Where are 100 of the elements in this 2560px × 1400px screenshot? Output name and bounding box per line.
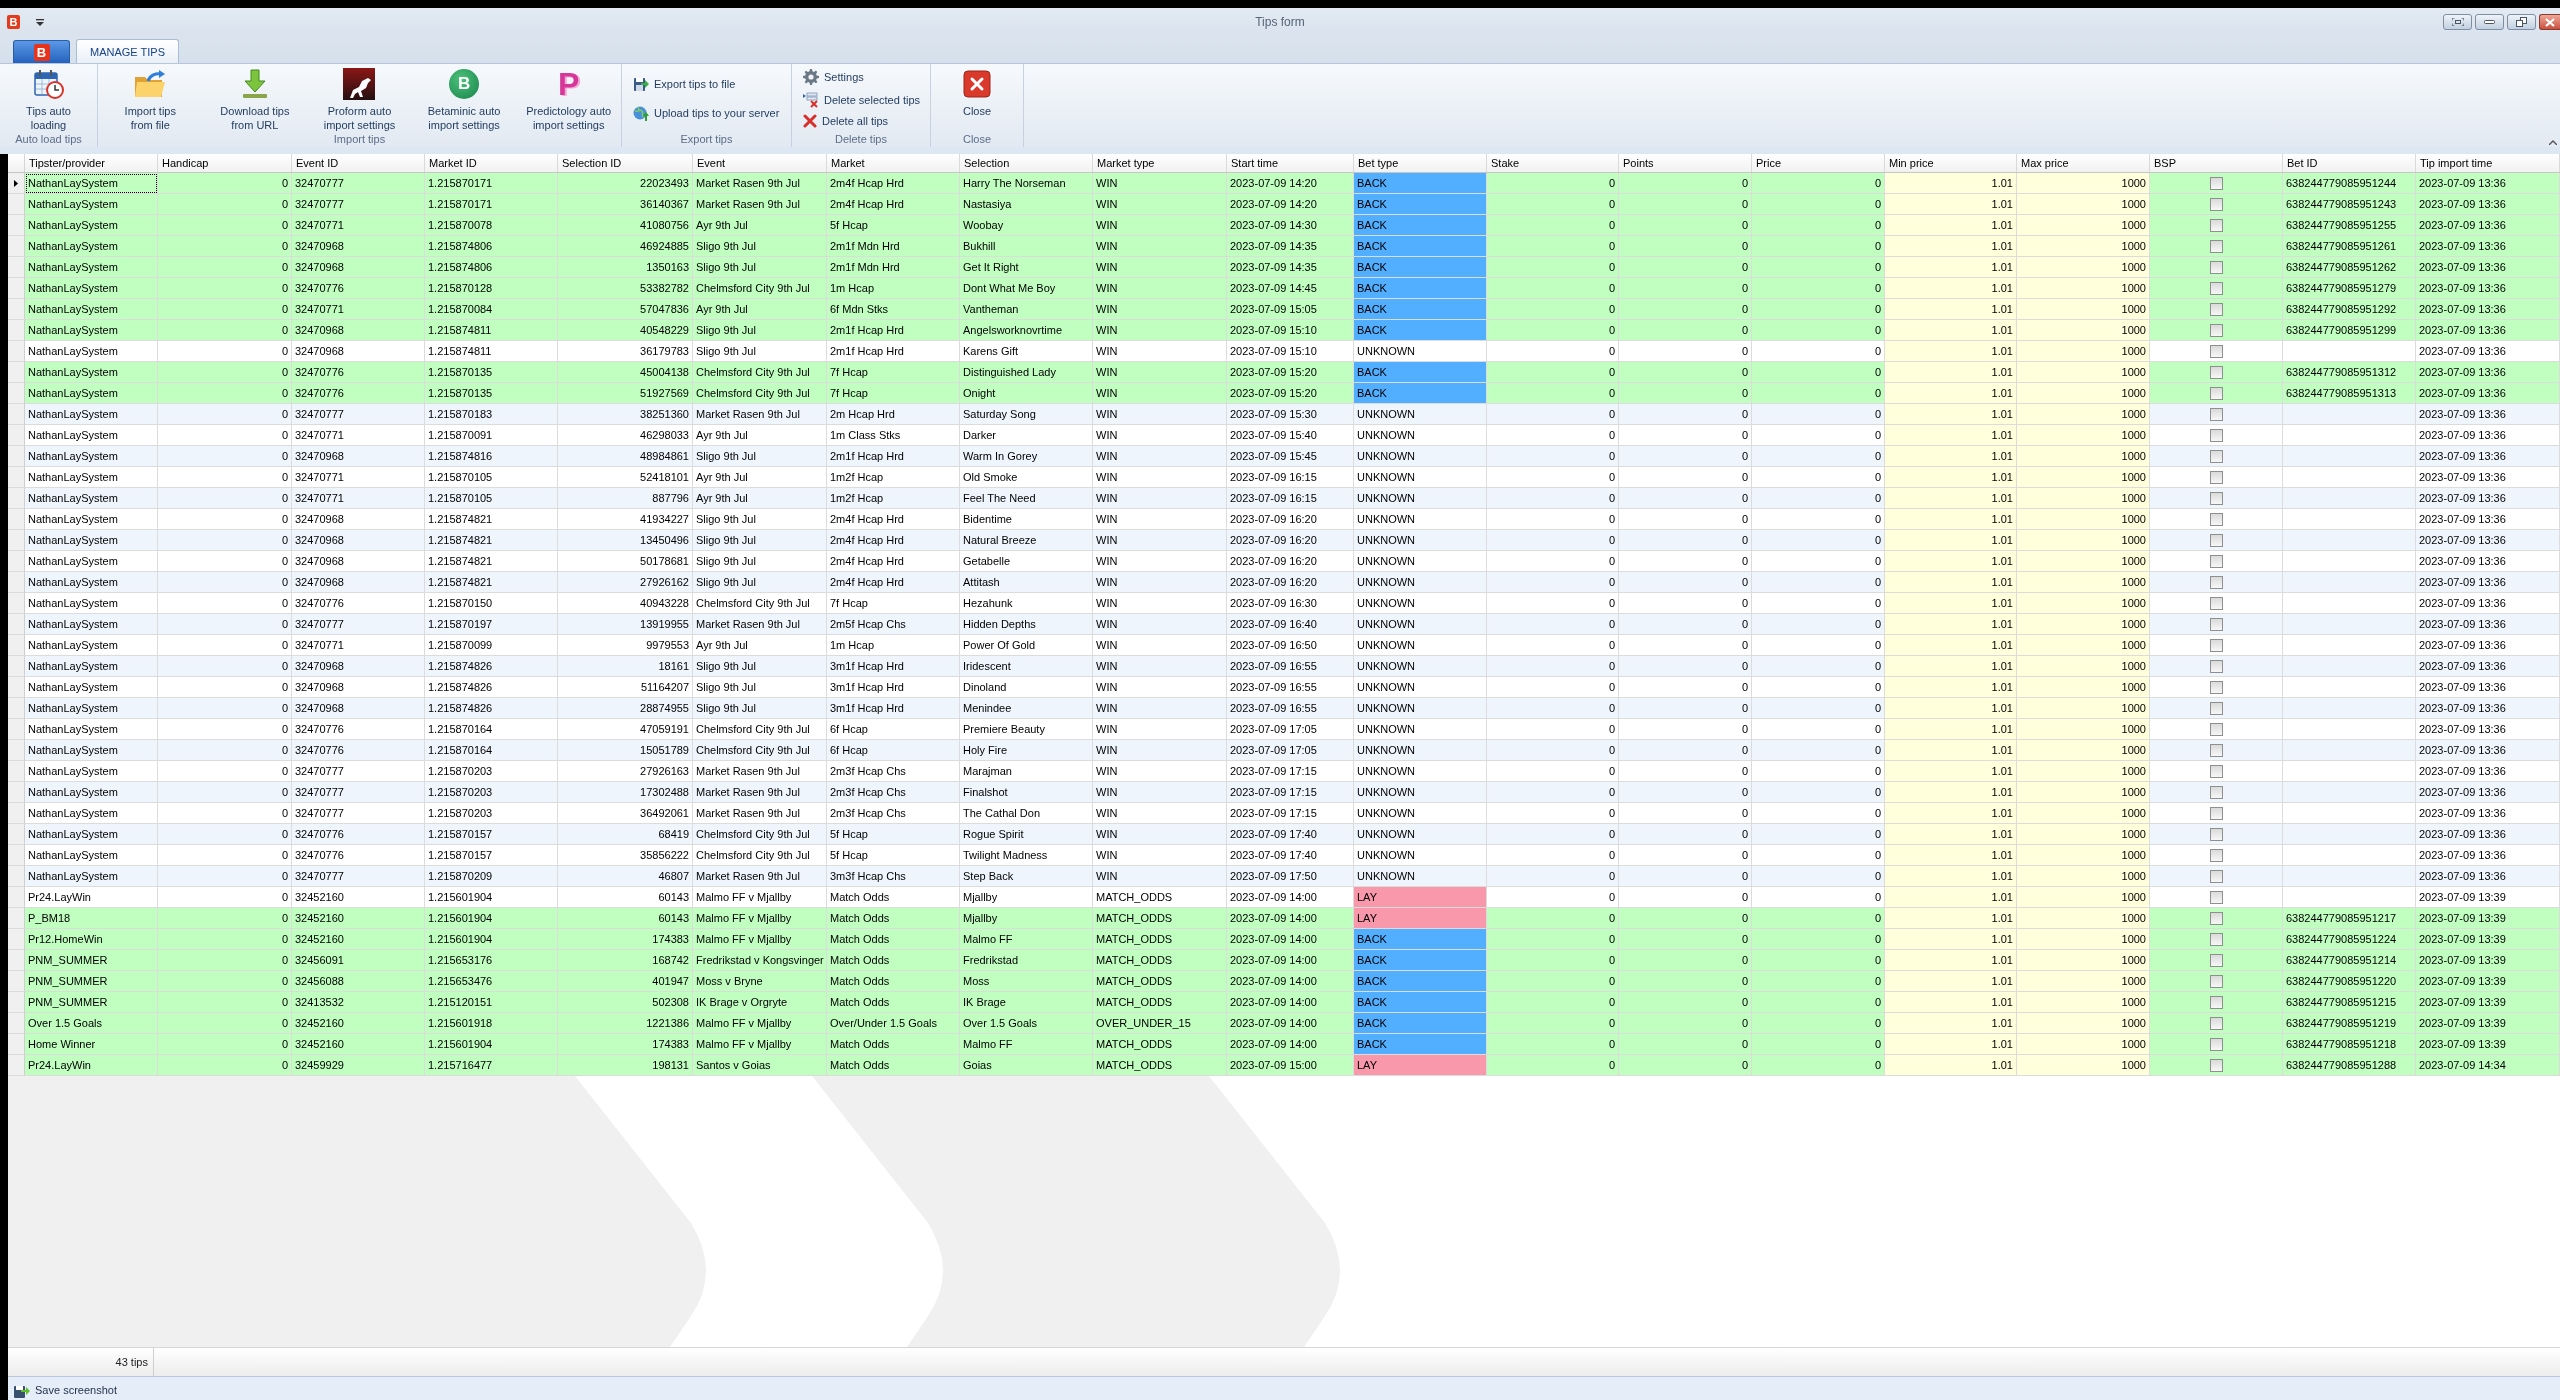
- table-row[interactable]: NathanLaySystem 0 32470968 1.215874806 1350163 Sligo 9th Jul 2m1f Mdn Hrd Get It Right WIN 2023-07-09 14:35 BACK 0 0 0 1.01 1000 638244779085951262 2023-07-09 13:36: [8, 257, 2560, 278]
- table-row[interactable]: Pr24.LayWin 0 32452160 1.215601904 60143 Malmo FF v Mjallby Match Odds Mjallby MATCH_ODDS 2023-07-09 14:00 LAY 0 0 0 1.01 1000 2023-07-09 13:39: [8, 887, 2560, 908]
- table-row[interactable]: PNM_SUMMER 0 32456088 1.215653476 401947 Moss v Bryne Match Odds Moss MATCH_ODDS 2023-07-09 14:00 BACK 0 0 0 1.01 1000 638244779085951220 2023-07-09 13:39: [8, 971, 2560, 992]
- column-header[interactable]: Bet ID: [2283, 154, 2416, 172]
- table-row[interactable]: P_BM18 0 32452160 1.215601904 60143 Malmo FF v Mjallby Match Odds Mjallby MATCH_ODDS 2023-07-09 14:00 LAY 0 0 0 1.01 1000 638244779085951217 2023-07-09 13:39: [8, 908, 2560, 929]
- checkbox[interactable]: [2209, 911, 2223, 925]
- checkbox[interactable]: [2209, 596, 2223, 610]
- column-header[interactable]: Stake: [1487, 154, 1619, 172]
- column-header[interactable]: Event: [693, 154, 827, 172]
- checkbox[interactable]: [2209, 701, 2223, 715]
- checkbox[interactable]: [2209, 428, 2223, 442]
- ribbon-button[interactable]: Delete all tips: [800, 112, 892, 129]
- checkbox[interactable]: [2209, 638, 2223, 652]
- ribbon-button[interactable]: Tips auto loading: [0, 64, 97, 133]
- table-row[interactable]: NathanLaySystem 0 32470776 1.215870135 45004138 Chelmsford City 9th Jul 7f Hcap Distinguished Lady WIN 2023-07-09 15:20 BACK 0 0 0 1.01 1000 638244779085951312 2023-07-09 13:36: [8, 362, 2560, 383]
- ribbon-button[interactable]: B Betaminic auto import settings: [411, 64, 517, 133]
- column-header[interactable]: Market ID: [425, 154, 558, 172]
- ribbon-button[interactable]: Download tips from URL: [202, 64, 308, 133]
- table-row[interactable]: NathanLaySystem 0 32470968 1.215874821 41934227 Sligo 9th Jul 2m4f Hcap Hrd Bidentime WIN 2023-07-09 16:20 UNKNOWN 0 0 0 1.01 1000 2023-07-09 13:36: [8, 509, 2560, 530]
- checkbox[interactable]: [2209, 554, 2223, 568]
- table-row[interactable]: NathanLaySystem 0 32470968 1.215874811 36179783 Sligo 9th Jul 2m1f Hcap Hrd Karens Gift WIN 2023-07-09 15:10 UNKNOWN 0 0 0 1.01 1000 2023-07-09 13:36: [8, 341, 2560, 362]
- checkbox[interactable]: [2209, 260, 2223, 274]
- column-header[interactable]: Bet type: [1354, 154, 1487, 172]
- table-row[interactable]: NathanLaySystem 0 32470777 1.215870171 22023493 Market Rasen 9th Jul 2m4f Hcap Hrd Harry The Norseman WIN 2023-07-09 14:20 BACK 0 0 0 1.01 1000 638244779085951244 2023-07-09 13:36: [8, 173, 2560, 194]
- checkbox[interactable]: [2209, 659, 2223, 673]
- checkbox[interactable]: [2209, 407, 2223, 421]
- ribbon-button[interactable]: Proform auto import settings: [307, 64, 412, 133]
- table-row[interactable]: PNM_SUMMER 0 32413532 1.215120151 502308 IK Brage v Orgryte Match Odds IK Brage MATCH_ODDS 2023-07-09 14:00 BACK 0 0 0 1.01 1000 638244779085951215 2023-07-09 13:39: [8, 992, 2560, 1013]
- table-row[interactable]: NathanLaySystem 0 32470777 1.215870203 17302488 Market Rasen 9th Jul 2m3f Hcap Chs Finalshot WIN 2023-07-09 17:15 UNKNOWN 0 0 0 1.01 1000 2023-07-09 13:36: [8, 782, 2560, 803]
- table-row[interactable]: PNM_SUMMER 0 32456091 1.215653176 168742 Fredrikstad v Kongsvinger Match Odds Fredrikstad MATCH_ODDS 2023-07-09 14:00 BACK 0 0 0 1.01 1000 638244779085951214 2023-07-09 13:39: [8, 950, 2560, 971]
- ribbon-tab[interactable]: MANAGE TIPS: [76, 39, 179, 63]
- table-row[interactable]: NathanLaySystem 0 32470776 1.215870164 47059191 Chelmsford City 9th Jul 6f Hcap Premiere Beauty WIN 2023-07-09 17:05 UNKNOWN 0 0 0 1.01 1000 2023-07-09 13:36: [8, 719, 2560, 740]
- checkbox[interactable]: [2209, 344, 2223, 358]
- checkbox[interactable]: [2209, 365, 2223, 379]
- table-row[interactable]: NathanLaySystem 0 32470776 1.215870157 35856222 Chelmsford City 9th Jul 5f Hcap Twilight Madness WIN 2023-07-09 17:40 UNKNOWN 0 0 0 1.01 1000 2023-07-09 13:36: [8, 845, 2560, 866]
- ribbon-button[interactable]: Export tips to file: [630, 75, 739, 93]
- table-row[interactable]: NathanLaySystem 0 32470771 1.215870099 9979553 Ayr 9th Jul 1m Hcap Power Of Gold WIN 2023-07-09 16:50 UNKNOWN 0 0 0 1.01 1000 2023-07-09 13:36: [8, 635, 2560, 656]
- table-row[interactable]: NathanLaySystem 0 32470776 1.215870128 53382782 Chelmsford City 9th Jul 1m Hcap Dont What Me Boy WIN 2023-07-09 14:45 BACK 0 0 0 1.01 1000 638244779085951279 2023-07-09 13:36: [8, 278, 2560, 299]
- checkbox[interactable]: [2209, 1058, 2223, 1072]
- ribbon-button[interactable]: Delete selected tips: [800, 90, 923, 109]
- row-header[interactable]: [8, 173, 25, 194]
- checkbox[interactable]: [2209, 323, 2223, 337]
- table-row[interactable]: NathanLaySystem 0 32470777 1.215870183 38251360 Market Rasen 9th Jul 2m Hcap Hrd Saturday Song WIN 2023-07-09 15:30 UNKNOWN 0 0 0 1.01 1000 2023-07-09 13:36: [8, 404, 2560, 425]
- checkbox[interactable]: [2209, 995, 2223, 1009]
- checkbox[interactable]: [2209, 743, 2223, 757]
- column-header[interactable]: Tipster/provider: [25, 154, 158, 172]
- column-header[interactable]: Price: [1752, 154, 1885, 172]
- table-row[interactable]: NathanLaySystem 0 32470777 1.215870203 27926163 Market Rasen 9th Jul 2m3f Hcap Chs Marajman WIN 2023-07-09 17:15 UNKNOWN 0 0 0 1.01 1000 2023-07-09 13:36: [8, 761, 2560, 782]
- checkbox[interactable]: [2209, 848, 2223, 862]
- minimize-button[interactable]: [2475, 14, 2504, 30]
- table-row[interactable]: NathanLaySystem 0 32470968 1.215874826 18161 Sligo 9th Jul 3m1f Hcap Hrd Iridescent WIN 2023-07-09 16:55 UNKNOWN 0 0 0 1.01 1000 2023-07-09 13:36: [8, 656, 2560, 677]
- table-row[interactable]: NathanLaySystem 0 32470968 1.215874806 46924885 Sligo 9th Jul 2m1f Mdn Hrd Bukhill WIN 2023-07-09 14:35 BACK 0 0 0 1.01 1000 638244779085951261 2023-07-09 13:36: [8, 236, 2560, 257]
- table-row[interactable]: NathanLaySystem 0 32470968 1.215874821 50178681 Sligo 9th Jul 2m4f Hcap Hrd Getabelle WIN 2023-07-09 16:20 UNKNOWN 0 0 0 1.01 1000 2023-07-09 13:36: [8, 551, 2560, 572]
- table-row[interactable]: NathanLaySystem 0 32470771 1.215870084 57047836 Ayr 9th Jul 6f Mdn Stks Vantheman WIN 2023-07-09 15:05 BACK 0 0 0 1.01 1000 638244779085951292 2023-07-09 13:36: [8, 299, 2560, 320]
- table-row[interactable]: NathanLaySystem 0 32470771 1.215870105 52418101 Ayr 9th Jul 1m2f Hcap Old Smoke WIN 2023-07-09 16:15 UNKNOWN 0 0 0 1.01 1000 2023-07-09 13:36: [8, 467, 2560, 488]
- checkbox[interactable]: [2209, 827, 2223, 841]
- checkbox[interactable]: [2209, 785, 2223, 799]
- checkbox[interactable]: [2209, 722, 2223, 736]
- checkbox[interactable]: [2209, 302, 2223, 316]
- ribbon-button[interactable]: Settings: [800, 68, 867, 87]
- checkbox[interactable]: [2209, 575, 2223, 589]
- checkbox[interactable]: [2209, 974, 2223, 988]
- checkbox[interactable]: [2209, 764, 2223, 778]
- checkbox[interactable]: [2209, 932, 2223, 946]
- table-row[interactable]: NathanLaySystem 0 32470771 1.215870091 46298033 Ayr 9th Jul 1m Class Stks Darker WIN 2023-07-09 15:40 UNKNOWN 0 0 0 1.01 1000 2023-07-09 13:36: [8, 425, 2560, 446]
- checkbox[interactable]: [2209, 218, 2223, 232]
- table-row[interactable]: NathanLaySystem 0 32470777 1.215870209 46807 Market Rasen 9th Jul 3m3f Hcap Chs Step Back WIN 2023-07-09 17:50 UNKNOWN 0 0 0 1.01 1000 2023-07-09 13:36: [8, 866, 2560, 887]
- table-row[interactable]: NathanLaySystem 0 32470968 1.215874826 28874955 Sligo 9th Jul 3m1f Hcap Hrd Menindee WIN 2023-07-09 16:55 UNKNOWN 0 0 0 1.01 1000 2023-07-09 13:36: [8, 698, 2560, 719]
- table-row[interactable]: Pr12.HomeWin 0 32452160 1.215601904 174383 Malmo FF v Mjallby Match Odds Malmo FF MATCH_ODDS 2023-07-09 14:00 BACK 0 0 0 1.01 1000 638244779085951224 2023-07-09 13:39: [8, 929, 2560, 950]
- table-row[interactable]: NathanLaySystem 0 32470777 1.215870171 36140367 Market Rasen 9th Jul 2m4f Hcap Hrd Nastasiya WIN 2023-07-09 14:20 BACK 0 0 0 1.01 1000 638244779085951243 2023-07-09 13:36: [8, 194, 2560, 215]
- table-row[interactable]: NathanLaySystem 0 32470771 1.215870078 41080756 Ayr 9th Jul 5f Hcap Woobay WIN 2023-07-09 14:30 BACK 0 0 0 1.01 1000 638244779085951255 2023-07-09 13:36: [8, 215, 2560, 236]
- ribbon-button[interactable]: P Predictology auto import settings: [516, 64, 621, 133]
- table-row[interactable]: NathanLaySystem 0 32470776 1.215870135 51927569 Chelmsford City 9th Jul 7f Hcap Onight WIN 2023-07-09 15:20 BACK 0 0 0 1.01 1000 638244779085951313 2023-07-09 13:36: [8, 383, 2560, 404]
- ribbon-button[interactable]: Close: [931, 64, 1023, 133]
- checkbox[interactable]: [2209, 533, 2223, 547]
- checkbox[interactable]: [2209, 869, 2223, 883]
- table-row[interactable]: NathanLaySystem 0 32470776 1.215870150 40943228 Chelmsford City 9th Jul 7f Hcap Hezahunk WIN 2023-07-09 16:30 UNKNOWN 0 0 0 1.01 1000 2023-07-09 13:36: [8, 593, 2560, 614]
- column-header[interactable]: Min price: [1885, 154, 2017, 172]
- column-header[interactable]: Selection ID: [558, 154, 693, 172]
- column-header[interactable]: Event ID: [292, 154, 425, 172]
- column-header[interactable]: Market: [827, 154, 960, 172]
- table-row[interactable]: NathanLaySystem 0 32470968 1.215874816 48984861 Sligo 9th Jul 2m1f Hcap Hrd Warm In Gorey WIN 2023-07-09 15:45 UNKNOWN 0 0 0 1.01 1000 2023-07-09 13:36: [8, 446, 2560, 467]
- ribbon-button[interactable]: Upload tips to your server: [630, 104, 783, 122]
- column-header[interactable]: Max price: [2017, 154, 2150, 172]
- checkbox[interactable]: [2209, 512, 2223, 526]
- restore-button[interactable]: [2507, 14, 2536, 30]
- table-row[interactable]: NathanLaySystem 0 32470776 1.215870164 15051789 Chelmsford City 9th Jul 6f Hcap Holy Fire WIN 2023-07-09 17:05 UNKNOWN 0 0 0 1.01 1000 2023-07-09 13:36: [8, 740, 2560, 761]
- app-logo[interactable]: B: [7, 15, 20, 29]
- close-window-button[interactable]: [2539, 14, 2560, 30]
- checkbox[interactable]: [2209, 491, 2223, 505]
- table-row[interactable]: NathanLaySystem 0 32470777 1.215870197 13919955 Market Rasen 9th Jul 2m5f Hcap Chs Hidden Depths WIN 2023-07-09 16:40 UNKNOWN 0 0 0 1.01 1000 2023-07-09 13:36: [8, 614, 2560, 635]
- checkbox[interactable]: [2209, 470, 2223, 484]
- checkbox[interactable]: [2209, 239, 2223, 253]
- column-header[interactable]: Start time: [1227, 154, 1354, 172]
- checkbox[interactable]: [2209, 953, 2223, 967]
- column-header[interactable]: Tip import time: [2416, 154, 2560, 172]
- table-row[interactable]: NathanLaySystem 0 32470968 1.215874821 27926162 Sligo 9th Jul 2m4f Hcap Hrd Attitash WIN 2023-07-09 16:20 UNKNOWN 0 0 0 1.01 1000 2023-07-09 13:36: [8, 572, 2560, 593]
- table-row[interactable]: Over 1.5 Goals 0 32452160 1.215601918 1221386 Malmo FF v Mjallby Over/Under 1.5 Goals Over 1.5 Goals OVER_UNDER_15 2023-07-09 14:00 BACK 0 0 0 1.01 1000 638244779085951219 2023-07-09 13:39: [8, 1013, 2560, 1034]
- table-row[interactable]: NathanLaySystem 0 32470968 1.215874826 51164207 Sligo 9th Jul 3m1f Hcap Hrd Dinoland WIN 2023-07-09 16:55 UNKNOWN 0 0 0 1.01 1000 2023-07-09 13:36: [8, 677, 2560, 698]
- table-row[interactable]: Pr24.LayWin 0 32459929 1.215716477 198131 Santos v Goias Match Odds Goias MATCH_ODDS 2023-07-09 15:00 LAY 0 0 0 1.01 1000 638244779085951288 2023-07-09 14:34: [8, 1055, 2560, 1076]
